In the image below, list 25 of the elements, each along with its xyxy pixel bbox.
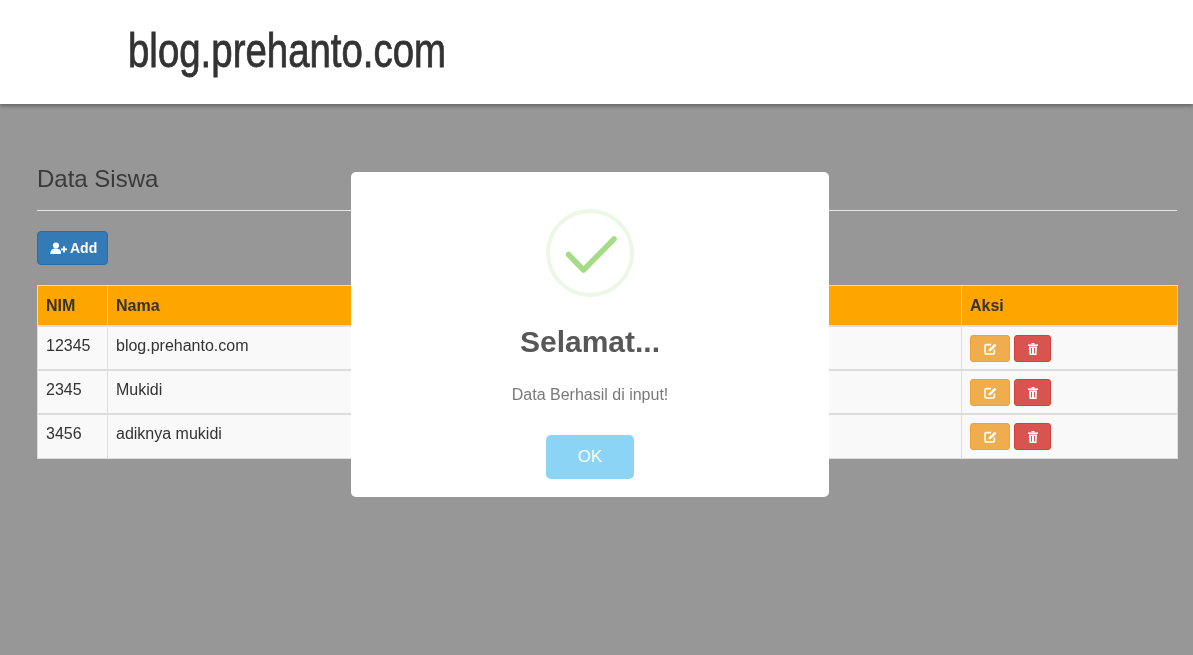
dialog-title: Selamat... [519,324,661,360]
table-cell: Mukidi [116,381,163,398]
column-header: Aksi [970,296,1004,314]
edit-icon [983,386,997,399]
table-cell: 3456 [46,425,82,442]
table-cell: 2345 [46,381,82,398]
delete-button[interactable] [1014,335,1051,362]
trash-icon [1027,342,1038,355]
site-title[interactable]: blog.prehanto.com [128,24,447,78]
table-cell: adiknya mukidi [116,425,222,442]
edit-icon [983,342,997,355]
column-header: Nama [116,296,160,314]
page-title: Data Siswa [37,164,159,194]
edit-icon [983,430,997,443]
user-plus-icon [50,242,67,254]
delete-button[interactable] [1014,423,1051,450]
trash-icon [1027,430,1038,443]
column-header: NIM [46,296,76,314]
delete-button[interactable] [1014,379,1051,406]
table-cell: 12345 [46,337,91,354]
check-circle-icon [546,209,634,297]
add-button[interactable]: Add [37,231,108,265]
trash-icon [1027,386,1038,399]
dialog-message: Data Berhasil di input! [511,385,669,405]
table-cell: blog.prehanto.com [116,337,249,354]
